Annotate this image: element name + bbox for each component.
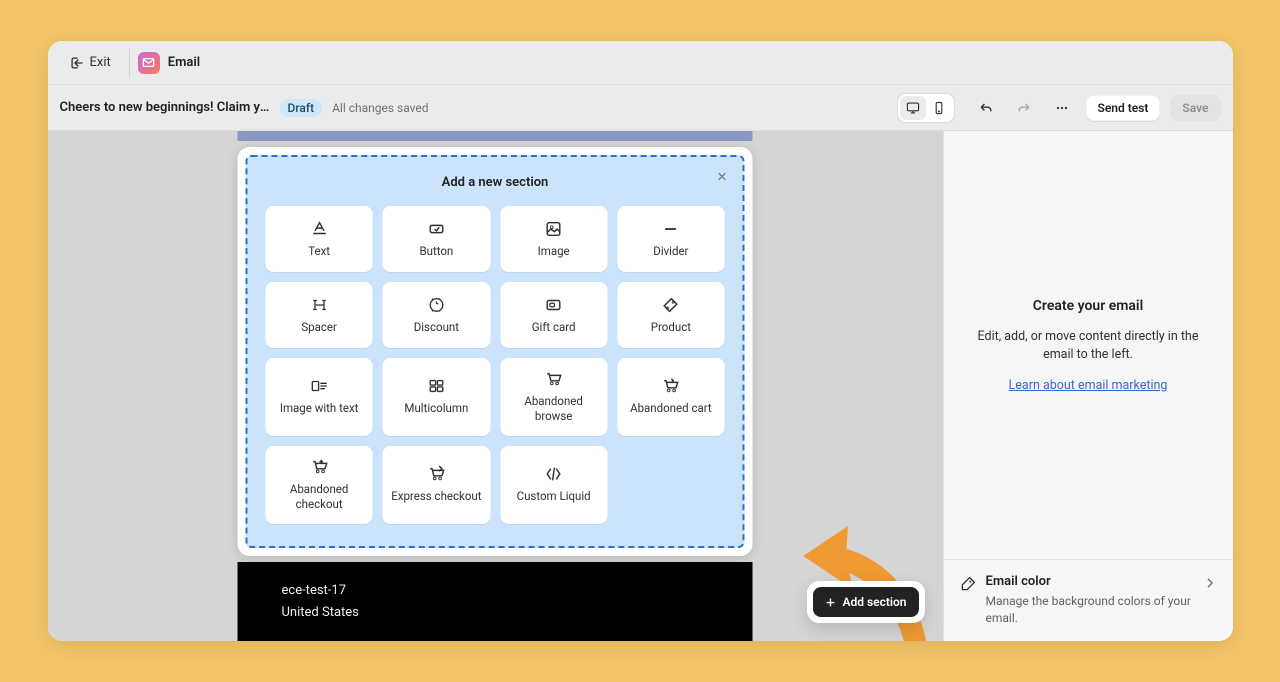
- tile-grid: Text Button Image Divider Spacer Discount Gift…: [266, 206, 725, 524]
- tile-label: Divider: [653, 244, 688, 259]
- email-header-block: [238, 131, 753, 141]
- email-color-row[interactable]: Email color Manage the background colors…: [944, 559, 1233, 641]
- tile-button[interactable]: Button: [383, 206, 490, 272]
- desktop-icon: [906, 101, 920, 115]
- tile-product[interactable]: Product: [617, 282, 724, 348]
- plus-icon: [825, 597, 836, 608]
- footer-country: United States: [282, 602, 709, 624]
- tile-label: Button: [419, 244, 453, 259]
- tile-gift-card[interactable]: Gift card: [500, 282, 607, 348]
- section-picker: Add a new section Text Button Image Divider…: [246, 155, 745, 548]
- tile-label: Image with text: [280, 401, 359, 416]
- status-badge: Draft: [280, 99, 323, 117]
- tile-discount[interactable]: Discount: [383, 282, 490, 348]
- save-button: Save: [1170, 95, 1220, 121]
- email-color-title: Email color: [986, 574, 1193, 589]
- footer-store-name: ece-test-17: [282, 580, 709, 602]
- learn-link[interactable]: Learn about email marketing: [1009, 378, 1168, 393]
- tile-multicolumn[interactable]: Multicolumn: [383, 358, 490, 436]
- tile-abandoned-browse[interactable]: Abandoned browse: [500, 358, 607, 436]
- canvas: Add a new section Text Button Image Divider…: [48, 131, 943, 641]
- abandoned-cart-icon: [662, 377, 680, 395]
- desktop-view-button[interactable]: [900, 96, 926, 120]
- product-icon: [662, 296, 680, 314]
- right-panel-main: Create your email Edit, add, or move con…: [944, 131, 1233, 559]
- express-checkout-icon: [427, 465, 445, 483]
- divider-icon: [662, 220, 680, 238]
- close-icon: [716, 171, 727, 182]
- tile-label: Abandoned checkout: [272, 482, 367, 512]
- tile-label: Gift card: [532, 320, 576, 335]
- tile-custom-liquid[interactable]: Custom Liquid: [500, 446, 607, 524]
- abandoned-checkout-icon: [310, 458, 328, 476]
- text-icon: [310, 220, 328, 238]
- tile-image[interactable]: Image: [500, 206, 607, 272]
- editor-content: Add a new section Text Button Image Divider…: [48, 131, 1233, 641]
- send-test-button[interactable]: Send test: [1086, 95, 1161, 121]
- image-icon: [545, 220, 563, 238]
- close-button[interactable]: [713, 167, 731, 185]
- redo-icon: [1016, 100, 1032, 116]
- exit-icon: [70, 56, 84, 70]
- tile-abandoned-checkout[interactable]: Abandoned checkout: [266, 446, 373, 524]
- mobile-view-button[interactable]: [926, 96, 952, 120]
- add-section-button[interactable]: Add section: [813, 587, 918, 617]
- app-icon: [138, 52, 160, 74]
- undo-icon: [978, 100, 994, 116]
- sub-bar: Cheers to new beginnings! Claim yo... Dr…: [48, 85, 1233, 131]
- divider: [129, 49, 130, 77]
- email-preview: Add a new section Text Button Image Divider…: [238, 131, 753, 641]
- tile-spacer[interactable]: Spacer: [266, 282, 373, 348]
- custom-liquid-icon: [545, 465, 563, 483]
- exit-label: Exit: [90, 55, 111, 70]
- paint-icon: [960, 576, 976, 592]
- tile-label: Spacer: [301, 320, 337, 335]
- tile-express-checkout[interactable]: Express checkout: [383, 446, 490, 524]
- email-color-subtitle: Manage the background colors of your ema…: [986, 593, 1193, 627]
- app-name: Email: [168, 55, 200, 70]
- section-picker-card: Add a new section Text Button Image Divider…: [238, 147, 753, 556]
- tile-image-with-text[interactable]: Image with text: [266, 358, 373, 436]
- dots-icon: [1054, 100, 1070, 116]
- tile-text[interactable]: Text: [266, 206, 373, 272]
- tile-divider[interactable]: Divider: [617, 206, 724, 272]
- tile-label: Abandoned cart: [630, 401, 712, 416]
- device-toggle: [898, 94, 954, 122]
- tile-label: Discount: [414, 320, 459, 335]
- redo-button[interactable]: [1010, 94, 1038, 122]
- rpanel-title: Create your email: [1033, 298, 1143, 314]
- chevron-right-icon: [1203, 576, 1217, 590]
- app-window: Exit Email Cheers to new beginnings! Cla…: [48, 41, 1233, 641]
- discount-icon: [427, 296, 445, 314]
- email-footer: ece-test-17 United States: [238, 562, 753, 641]
- tile-label: Abandoned browse: [506, 394, 601, 424]
- more-button[interactable]: [1048, 94, 1076, 122]
- multicolumn-icon: [427, 377, 445, 395]
- image-with-text-icon: [310, 377, 328, 395]
- abandoned-browse-icon: [545, 370, 563, 388]
- tile-abandoned-cart[interactable]: Abandoned cart: [617, 358, 724, 436]
- tile-label: Product: [651, 320, 691, 335]
- right-panel: Create your email Edit, add, or move con…: [943, 131, 1233, 641]
- button-icon: [427, 220, 445, 238]
- add-section-label: Add section: [842, 595, 906, 609]
- tile-label: Text: [308, 244, 330, 259]
- save-status: All changes saved: [332, 101, 428, 115]
- tile-label: Custom Liquid: [517, 489, 591, 504]
- rpanel-description: Edit, add, or move content directly in t…: [968, 328, 1209, 364]
- undo-button[interactable]: [972, 94, 1000, 122]
- spacer-icon: [310, 296, 328, 314]
- exit-button[interactable]: Exit: [60, 49, 121, 76]
- section-picker-title: Add a new section: [266, 175, 725, 190]
- add-section-float: Add section: [807, 581, 924, 623]
- tile-label: Multicolumn: [404, 401, 468, 416]
- gift-card-icon: [545, 296, 563, 314]
- top-bar: Exit Email: [48, 41, 1233, 85]
- tile-label: Express checkout: [391, 489, 481, 504]
- mobile-icon: [932, 101, 946, 115]
- tile-label: Image: [538, 244, 570, 259]
- email-subject: Cheers to new beginnings! Claim yo...: [60, 100, 270, 115]
